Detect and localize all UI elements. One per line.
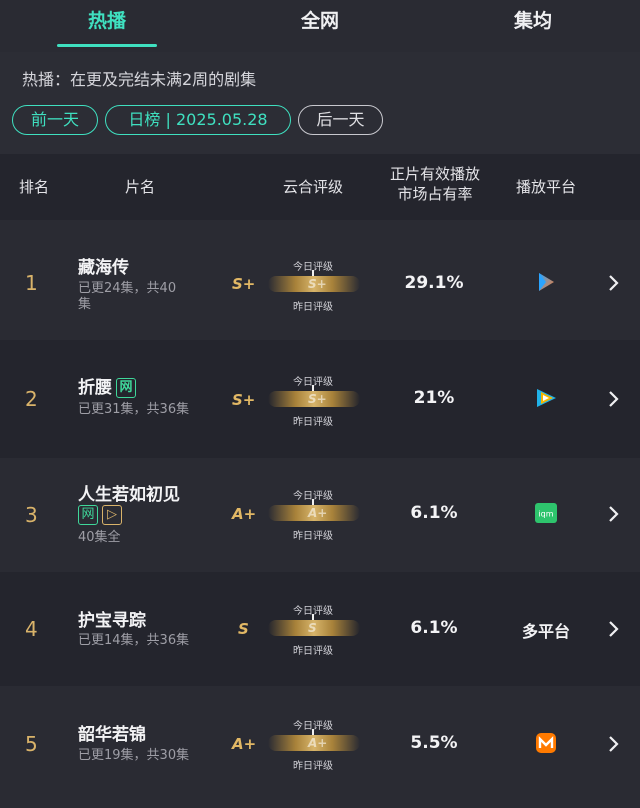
table-row[interactable]: 5 韶华若锦 已更19集，共30集 A+ 今日评级 A+ 昨日评级 5.5%: [0, 686, 640, 808]
column-rank: 排名: [18, 178, 49, 196]
episode-status-line1: 已更24集，共40: [78, 281, 177, 296]
rating-grade: A+: [232, 505, 257, 523]
chevron-right-icon[interactable]: [606, 504, 620, 524]
table-row[interactable]: 1 藏海传 已更24集，共40 集 S+ 今日评级 S+ 昨日评级 29.1%: [0, 220, 640, 340]
rating-bar-grade: S+: [308, 277, 327, 291]
rating-bar-grade: A+: [308, 506, 328, 520]
ranking-description: 热播：在更及完结未满2周的剧集: [22, 70, 257, 89]
market-share-value: 21%: [413, 388, 455, 408]
svg-text:iqm: iqm: [538, 510, 553, 519]
show-title: 藏海传: [78, 258, 129, 278]
next-day-button[interactable]: 后一天: [298, 105, 383, 135]
chevron-right-icon[interactable]: [606, 734, 620, 754]
chevron-right-icon[interactable]: [606, 273, 620, 293]
mango-tv-icon: [536, 733, 556, 753]
column-rating: 云合评级: [282, 178, 343, 196]
show-title: 护宝寻踪: [78, 611, 146, 631]
yesterday-rating-label: 昨日评级: [293, 646, 333, 657]
badge-group: 网 ▷: [74, 504, 122, 525]
episode-status-line2: 集: [78, 297, 92, 312]
platform-cell: 多平台: [510, 618, 582, 642]
filter-bar: 热播：在更及完结未满2周的剧集 前一天 日榜 | 2025.05.28 后一天: [0, 52, 640, 154]
web-drama-badge: 网: [116, 378, 136, 398]
rating-grade: S+: [232, 391, 256, 409]
tencent-video-icon: [537, 389, 556, 407]
market-share-value: 6.1%: [410, 618, 458, 638]
yesterday-rating-label: 昨日评级: [293, 531, 333, 542]
yesterday-rating-label: 昨日评级: [293, 417, 333, 428]
yesterday-rating-label: 昨日评级: [293, 761, 333, 772]
show-title-line: 折腰网: [78, 373, 136, 398]
iqiyi-icon: iqm: [535, 503, 557, 523]
rating-grade: S: [238, 620, 249, 638]
tab-all-network[interactable]: 全网: [220, 0, 420, 52]
table-row[interactable]: 4 护宝寻踪 已更14集，共36集 S 今日评级 S 昨日评级 6.1% 多平台: [0, 572, 640, 686]
play-badge-icon: ▷: [102, 504, 122, 525]
multi-platform-label: 多平台: [521, 622, 570, 641]
rank-number: 3: [25, 503, 38, 527]
market-share-value: 6.1%: [410, 503, 458, 523]
active-tab-indicator: [57, 44, 157, 47]
column-market-share-line1: 正片有效播放: [389, 165, 480, 183]
show-title: 人生若如初见: [78, 485, 180, 505]
current-date-selector[interactable]: 日榜 | 2025.05.28: [105, 105, 291, 135]
market-share-value: 5.5%: [410, 733, 458, 753]
rating-grade: S+: [232, 275, 256, 293]
prev-day-button[interactable]: 前一天: [12, 105, 98, 135]
show-title: 韶华若锦: [78, 725, 146, 745]
episode-status: 已更24集，共40 集: [78, 281, 176, 313]
yesterday-rating-label: 昨日评级: [293, 302, 333, 313]
episode-status: 40集全: [78, 530, 121, 545]
column-market-share: 正片有效播放 市场占有率: [375, 164, 495, 204]
episode-status: 已更14集，共36集: [78, 633, 190, 648]
chevron-right-icon[interactable]: [606, 389, 620, 409]
episode-status: 已更19集，共30集: [78, 748, 190, 763]
rating-bar-grade: S+: [308, 392, 327, 406]
web-drama-badge: 网: [78, 504, 98, 525]
rank-number: 5: [25, 732, 38, 756]
platform-cell: [510, 270, 582, 298]
show-title: 折腰: [78, 378, 112, 398]
column-market-share-line2: 市场占有率: [397, 185, 473, 203]
platform-cell: [510, 731, 582, 759]
column-platform: 播放平台: [515, 178, 576, 196]
rank-number: 1: [25, 271, 38, 295]
rank-number: 4: [25, 617, 38, 641]
table-header: 排名 片名 云合评级 正片有效播放 市场占有率 播放平台: [0, 154, 640, 220]
youku-icon: [539, 273, 554, 291]
table-row[interactable]: 2 折腰网 已更31集，共36集 S+ 今日评级 S+ 昨日评级 21%: [0, 340, 640, 458]
platform-cell: [510, 386, 582, 414]
rating-grade: A+: [232, 735, 257, 753]
rank-number: 2: [25, 387, 38, 411]
top-tab-bar: 热播 全网 集均: [0, 0, 640, 52]
market-share-value: 29.1%: [404, 273, 464, 293]
table-row[interactable]: 3 人生若如初见 网 ▷ 40集全 A+ 今日评级 A+ 昨日评级 6.1% iq…: [0, 458, 640, 572]
rating-bar-grade: A+: [308, 736, 328, 750]
tab-per-episode[interactable]: 集均: [433, 0, 633, 52]
platform-cell: iqm: [510, 501, 582, 529]
rating-bar-grade: S: [308, 621, 317, 635]
chevron-right-icon[interactable]: [606, 619, 620, 639]
column-title: 片名: [124, 178, 155, 196]
episode-status: 已更31集，共36集: [78, 402, 190, 417]
